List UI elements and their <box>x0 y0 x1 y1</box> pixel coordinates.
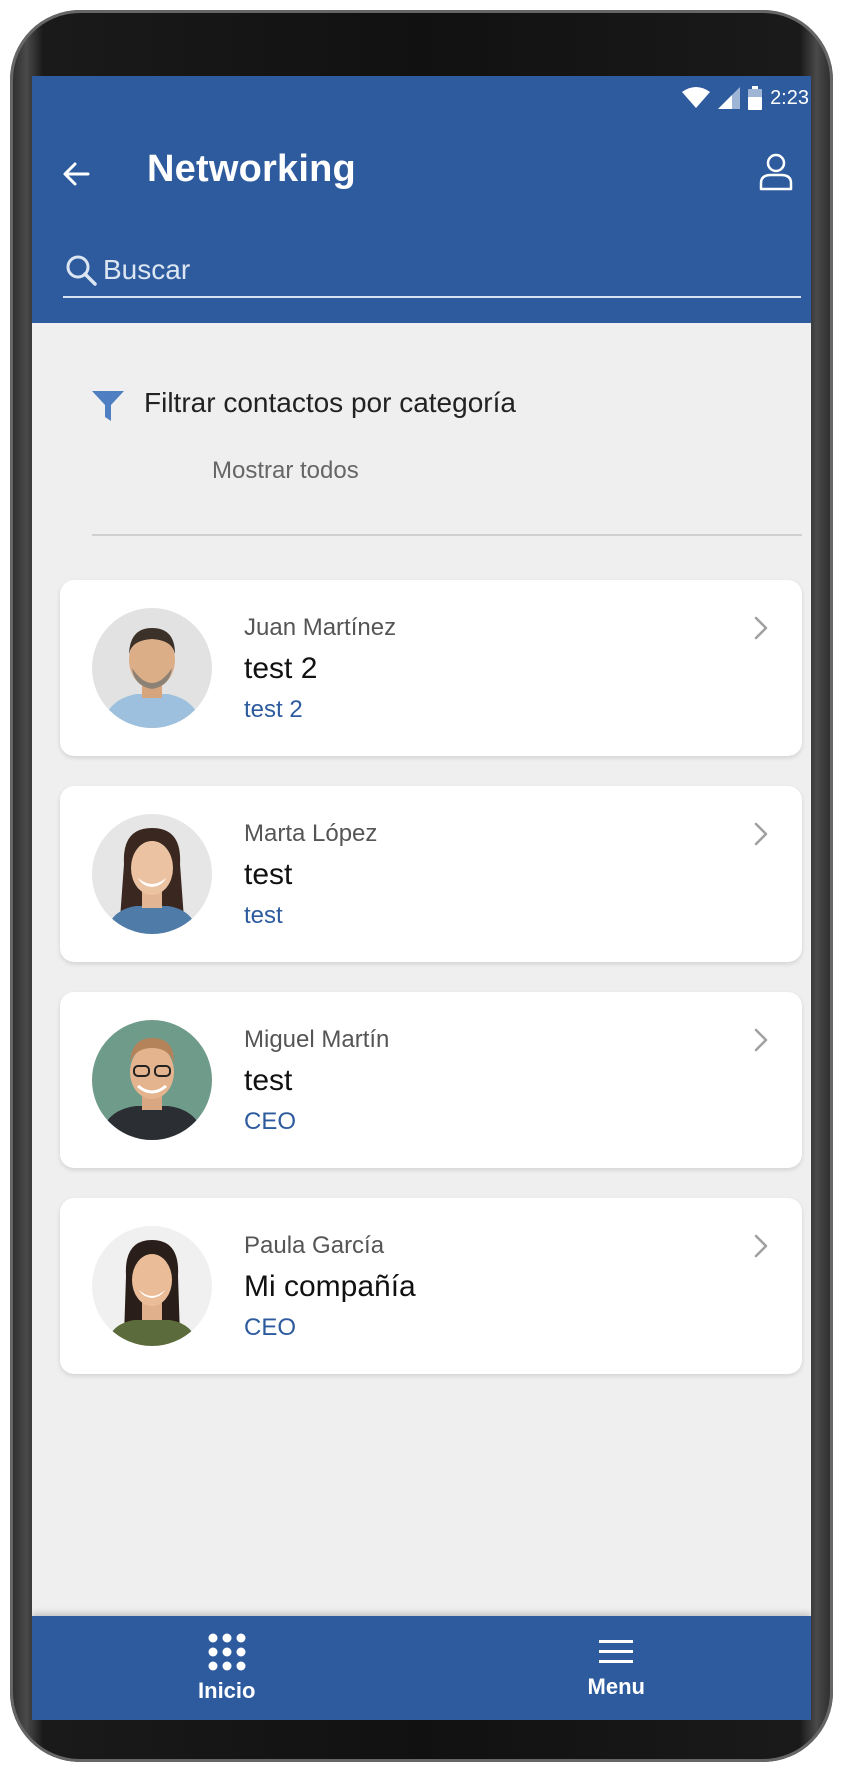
avatar <box>92 1020 212 1140</box>
contact-card[interactable]: Paula García Mi compañía CEO <box>60 1198 802 1374</box>
chevron-right-icon <box>754 616 768 640</box>
contact-name: Miguel Martín <box>244 1026 390 1053</box>
search-input[interactable] <box>103 254 783 286</box>
contact-card[interactable]: Marta López test test <box>60 786 802 962</box>
app-header: 2:23 Networking <box>32 76 811 323</box>
bottom-nav: Inicio Menu <box>32 1616 811 1720</box>
wifi-icon <box>682 87 711 108</box>
nav-label: Menu <box>587 1674 645 1699</box>
signal-icon <box>718 87 741 109</box>
contact-company: Mi compañía <box>244 1270 416 1303</box>
search-bar <box>63 244 801 298</box>
arrow-left-icon[interactable] <box>58 156 94 192</box>
category-filter[interactable]: Filtrar contactos por categoría Mostrar … <box>92 381 802 536</box>
search-icon <box>66 255 97 286</box>
contact-role: CEO <box>244 1108 297 1135</box>
avatar <box>92 814 212 934</box>
contact-list: Juan Martínez test 2 test 2 Marta López … <box>60 580 802 1404</box>
contact-company: test 2 <box>244 652 318 685</box>
app-screen: 2:23 Networking Filtrar contactos por ca… <box>32 76 811 1720</box>
contact-company: test <box>244 1064 293 1097</box>
contact-name: Marta López <box>244 820 378 847</box>
contact-card[interactable]: Juan Martínez test 2 test 2 <box>60 580 802 756</box>
contact-company: test <box>244 858 293 891</box>
filter-selected-value[interactable]: Mostrar todos <box>212 457 359 485</box>
hamburger-icon <box>599 1640 634 1663</box>
nav-item-menu[interactable]: Menu <box>422 1616 812 1720</box>
user-icon[interactable] <box>757 152 795 192</box>
contact-name: Juan Martínez <box>244 614 397 641</box>
avatar <box>92 608 212 728</box>
nav-item-inicio[interactable]: Inicio <box>32 1616 422 1720</box>
battery-icon <box>748 86 763 110</box>
status-bar: 2:23 <box>682 76 811 120</box>
grid-icon <box>208 1633 246 1671</box>
chevron-right-icon <box>754 1028 768 1052</box>
chevron-right-icon <box>754 822 768 846</box>
filter-label: Filtrar contactos por categoría <box>144 387 516 418</box>
page-title: Networking <box>147 148 356 190</box>
status-time: 2:23 <box>770 86 809 109</box>
avatar <box>92 1226 212 1346</box>
contact-role: test 2 <box>244 696 303 723</box>
contact-card[interactable]: Miguel Martín test CEO <box>60 992 802 1168</box>
contact-role: test <box>244 902 283 929</box>
funnel-icon <box>92 391 124 421</box>
chevron-right-icon <box>754 1234 768 1258</box>
nav-label: Inicio <box>198 1678 256 1703</box>
contact-role: CEO <box>244 1314 297 1341</box>
contact-name: Paula García <box>244 1232 385 1259</box>
